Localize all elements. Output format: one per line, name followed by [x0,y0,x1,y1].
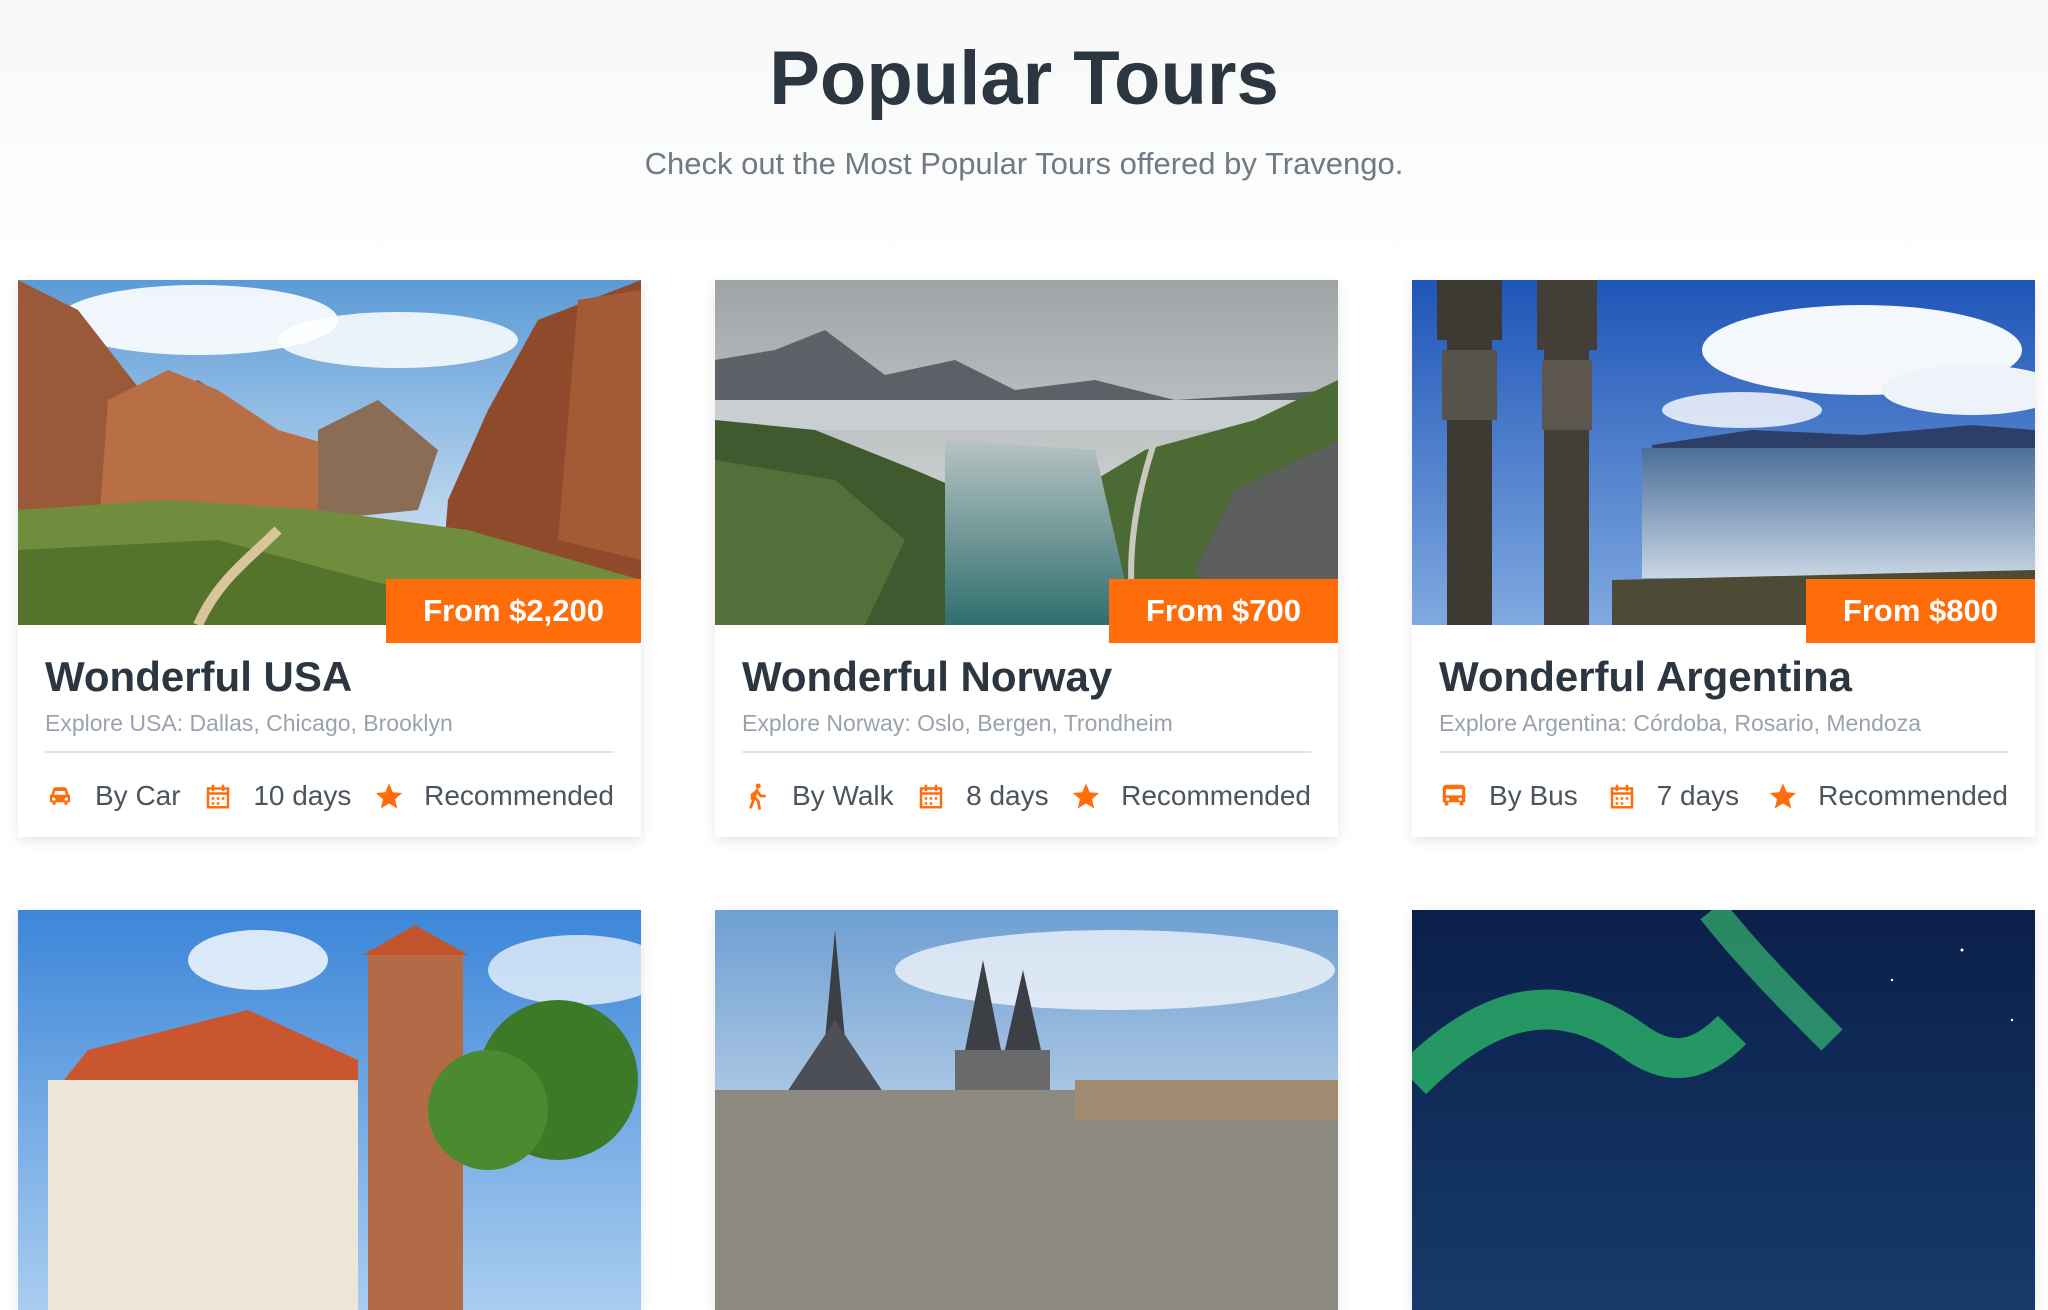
price-badge: From $700 [1108,579,1338,643]
duration-info: 7 days [1607,780,1740,812]
tour-card-usa[interactable]: From $2,200 Wonderful USA Explore USA: D… [18,280,641,837]
badge-label: Recommended [1121,780,1311,811]
transport-info: By Walk [742,780,894,812]
transport-label: By Walk [792,780,894,811]
tour-image-cathedral[interactable] [715,910,1338,1310]
transport-info: By Car [45,780,181,812]
tour-image-usa[interactable] [18,280,641,625]
calendar-icon [1610,784,1633,809]
page-header: Popular Tours Check out the Most Popular… [0,0,2048,260]
transport-label: By Car [95,780,181,811]
duration-info: 10 days [203,780,351,812]
divider [45,751,614,753]
tour-description: Explore Argentina: Córdoba, Rosario, Men… [1439,710,1922,736]
badge-label: Recommended [424,780,614,811]
star-icon [1072,783,1100,809]
tour-meta: By Car 10 days Recommended [45,772,614,820]
badge-info: Recommended [374,780,614,812]
walk-icon [749,783,766,810]
tour-image-aurora[interactable] [1412,910,2035,1310]
duration-info: 8 days [916,780,1049,812]
transport-info: By Bus [1439,780,1578,812]
price-badge: From $800 [1805,579,2035,643]
transport-label: By Bus [1489,780,1578,811]
badge-label: Recommended [1818,780,2008,811]
star-icon [376,783,403,809]
tour-description: Explore Norway: Oslo, Bergen, Trondheim [742,710,1173,736]
tour-meta: By Walk 8 days Recommended [742,772,1311,820]
divider [1439,751,2008,753]
divider [742,751,1311,753]
tour-title[interactable]: Wonderful USA [45,652,352,702]
badge-info: Recommended [1071,780,1311,812]
tour-card-aurora[interactable] [1412,910,2035,1310]
duration-label: 7 days [1656,780,1740,811]
page-title: Popular Tours [769,36,1279,121]
tour-card-argentina[interactable]: From $800 Wonderful Argentina Explore Ar… [1412,280,2035,837]
duration-label: 10 days [253,780,352,811]
badge-info: Recommended [1768,780,2008,812]
calendar-icon [919,784,943,809]
calendar-icon [207,784,230,809]
tour-meta: By Bus 7 days Recommended [1439,772,2008,820]
price-badge: From $2,200 [386,579,641,643]
bus-icon [1442,784,1466,806]
tour-card-castle[interactable] [18,910,641,1310]
tour-image-castle[interactable] [18,910,641,1310]
car-icon [50,787,70,805]
tour-title[interactable]: Wonderful Argentina [1439,652,1852,702]
duration-label: 8 days [966,780,1049,811]
tour-image-norway[interactable] [715,280,1338,625]
tour-card-cathedral[interactable] [715,910,1338,1310]
page-subtitle: Check out the Most Popular Tours offered… [644,146,1404,181]
tour-title[interactable]: Wonderful Norway [742,652,1112,702]
tour-description: Explore USA: Dallas, Chicago, Brooklyn [45,710,453,736]
tour-image-argentina[interactable] [1412,280,2035,625]
tour-card-norway[interactable]: From $700 Wonderful Norway Explore Norwa… [715,280,1338,837]
star-icon [1769,783,1797,809]
